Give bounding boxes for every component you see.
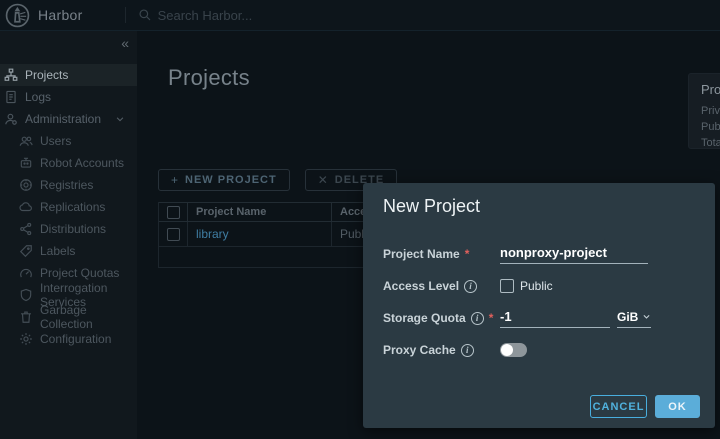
- search-input[interactable]: [158, 8, 328, 23]
- close-icon: ✕: [318, 173, 329, 187]
- sidebar-item-distributions[interactable]: Distributions: [0, 218, 137, 240]
- public-checkbox-label: Public: [520, 279, 553, 293]
- sidebar-item-label: Labels: [40, 244, 75, 258]
- project-statistics-card: Projects Private Public Total: [688, 73, 720, 149]
- info-icon[interactable]: i: [464, 280, 477, 293]
- sidebar-nav: « Projects Logs: [0, 31, 137, 439]
- sidebar-item-label: Logs: [25, 90, 51, 104]
- chevron-down-icon[interactable]: [115, 114, 125, 124]
- required-asterisk: *: [465, 247, 470, 261]
- garbage-collection-icon: [19, 310, 33, 324]
- project-name-input[interactable]: [500, 244, 648, 264]
- row-checkbox[interactable]: [167, 228, 180, 241]
- storage-unit-select[interactable]: GiB: [617, 308, 651, 328]
- storage-quota-row: Storage Quota i * GiB: [383, 307, 700, 329]
- logs-icon: [4, 90, 18, 104]
- labels-icon: [19, 244, 33, 258]
- toggle-knob: [501, 344, 513, 356]
- sidebar-item-registries[interactable]: Registries: [0, 174, 137, 196]
- sidebar-item-robot-accounts[interactable]: Robot Accounts: [0, 152, 137, 174]
- required-asterisk: *: [489, 311, 494, 325]
- storage-unit-value: GiB: [617, 310, 638, 324]
- proxy-cache-toggle[interactable]: [500, 343, 527, 357]
- info-icon[interactable]: i: [461, 344, 474, 357]
- sidebar-item-configuration[interactable]: Configuration: [0, 328, 137, 350]
- robot-accounts-icon: [19, 156, 33, 170]
- sidebar-item-users[interactable]: Users: [0, 130, 137, 152]
- harbor-logo-icon: [5, 3, 30, 28]
- sidebar-item-garbage-collection[interactable]: Garbage Collection: [0, 306, 137, 328]
- statistics-private-label: Private: [701, 103, 720, 119]
- sidebar-item-label: Project Quotas: [40, 266, 119, 280]
- global-search: [138, 8, 328, 23]
- sidebar-item-label: Distributions: [40, 222, 106, 236]
- sidebar-item-replications[interactable]: Replications: [0, 196, 137, 218]
- new-project-button[interactable]: + NEW PROJECT: [158, 169, 290, 191]
- distributions-icon: [19, 222, 33, 236]
- sidebar-item-label: Users: [40, 134, 71, 148]
- project-name-label: Project Name *: [383, 247, 500, 261]
- interrogation-services-icon: [19, 288, 33, 302]
- storage-quota-input[interactable]: [500, 308, 610, 328]
- sidebar-item-label: Configuration: [40, 332, 111, 346]
- administration-icon: [4, 112, 18, 126]
- sidebar-item-label: Garbage Collection: [40, 303, 137, 331]
- search-icon: [138, 8, 152, 22]
- statistics-total-label: Total: [701, 135, 720, 151]
- info-icon[interactable]: i: [471, 312, 484, 325]
- proxy-cache-label: Proxy Cache i: [383, 343, 500, 357]
- project-name-row: Project Name *: [383, 243, 700, 265]
- sidebar-collapse-icon[interactable]: «: [121, 36, 129, 50]
- header-divider: [125, 7, 126, 23]
- statistics-card-title: Projects: [701, 82, 720, 97]
- sidebar-item-label: Projects: [25, 68, 68, 82]
- replications-icon: [19, 200, 33, 214]
- ok-button[interactable]: OK: [655, 395, 700, 418]
- sidebar-item-projects[interactable]: Projects: [0, 64, 137, 86]
- storage-quota-label: Storage Quota i *: [383, 311, 500, 325]
- app-header: Harbor: [0, 0, 720, 31]
- page-title: Projects: [168, 65, 250, 91]
- new-project-modal: New Project Project Name * Access Level …: [363, 183, 715, 428]
- proxy-cache-row: Proxy Cache i: [383, 339, 700, 361]
- sidebar-item-administration[interactable]: Administration: [0, 108, 137, 130]
- projects-icon: [4, 68, 18, 82]
- sidebar-item-label: Administration: [25, 112, 101, 126]
- project-action-bar: + NEW PROJECT ✕ DELETE: [158, 169, 397, 191]
- configuration-icon: [19, 332, 33, 346]
- brand-name: Harbor: [38, 7, 83, 23]
- project-quotas-icon: [19, 266, 33, 280]
- select-all-checkbox[interactable]: [167, 206, 180, 219]
- users-icon: [19, 134, 33, 148]
- statistics-public-label: Public: [701, 119, 720, 135]
- plus-icon: +: [171, 173, 179, 187]
- sidebar-item-label: Robot Accounts: [40, 156, 124, 170]
- access-level-label: Access Level i: [383, 279, 500, 293]
- chevron-down-icon: [642, 312, 651, 321]
- access-level-row: Access Level i Public: [383, 275, 700, 297]
- cancel-button[interactable]: CANCEL: [590, 395, 647, 418]
- sidebar-item-logs[interactable]: Logs: [0, 86, 137, 108]
- project-link[interactable]: library: [196, 227, 229, 241]
- sidebar-item-label: Registries: [40, 178, 93, 192]
- modal-buttons: CANCEL OK: [590, 395, 700, 418]
- harbor-brand[interactable]: Harbor: [0, 3, 83, 28]
- sidebar-item-labels[interactable]: Labels: [0, 240, 137, 262]
- public-checkbox[interactable]: [500, 279, 514, 293]
- modal-title: New Project: [383, 196, 480, 217]
- registries-icon: [19, 178, 33, 192]
- sidebar-item-label: Replications: [40, 200, 105, 214]
- column-header-project-name: Project Name: [187, 203, 331, 221]
